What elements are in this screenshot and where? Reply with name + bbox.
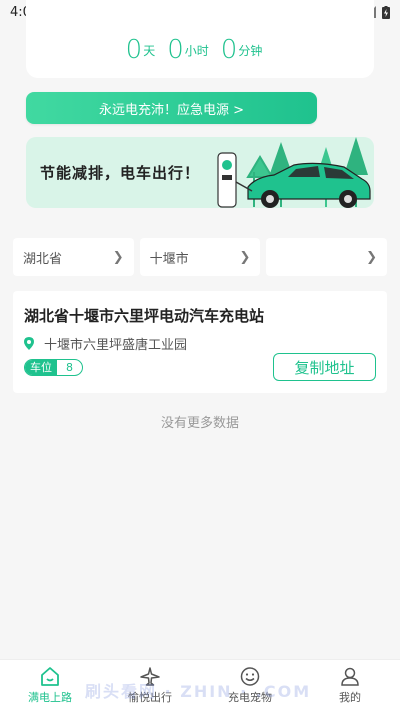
plane-icon <box>140 667 160 686</box>
city-label: 十堰市 <box>149 251 189 267</box>
chevron-right-icon: ❯ <box>112 249 124 265</box>
station-address-row: 十堰市六里坪盛唐工业园 <box>24 334 377 353</box>
nav-label-home: 满电上路 <box>28 691 72 704</box>
city-select[interactable]: 十堰市 ❯ <box>139 238 261 276</box>
emergency-power-label: 永远电充沛！应急电源 > <box>98 102 245 118</box>
minutes-unit: 分钟 <box>238 43 263 58</box>
list-end-text: 没有更多数据 <box>160 416 239 431</box>
copy-address-label: 复制地址 <box>294 358 355 377</box>
chevron-right-icon: ❯ <box>366 249 378 265</box>
copy-address-button[interactable]: 复制地址 <box>273 353 376 381</box>
station-address: 十堰市六里坪盛唐工业园 <box>44 338 188 353</box>
nav-tab-travel[interactable]: 愉悦出行 <box>100 660 200 711</box>
days-value: 0 <box>125 35 143 65</box>
province-label: 湖北省 <box>23 251 63 267</box>
emergency-power-button[interactable]: 永远电充沛！应急电源 > <box>26 92 317 124</box>
bottom-nav: 满电上路 愉悦出行 充电宠物 我的 <box>0 659 400 711</box>
location-pin-icon <box>24 337 34 350</box>
chevron-right-icon: ❯ <box>239 249 251 265</box>
charging-station-card[interactable]: 湖北省十堰市六里坪电动汽车充电站 十堰市六里坪盛唐工业园 车位 8 复制地址 <box>13 291 387 393</box>
nav-tab-pet[interactable]: 充电宠物 <box>200 660 300 711</box>
battery-icon <box>382 5 390 19</box>
district-select[interactable]: ❯ <box>266 238 388 276</box>
nav-tab-home[interactable]: 满电上路 <box>0 660 100 711</box>
promo-banner[interactable]: 节能减排，电车出行！ <box>26 137 374 208</box>
parking-slots-badge: 车位 8 <box>24 359 83 376</box>
minutes-value: 0 <box>220 35 238 65</box>
hours-value: 0 <box>167 35 184 65</box>
slots-label: 车位 <box>25 360 57 375</box>
days-unit: 天 <box>143 43 156 58</box>
user-icon <box>341 667 359 686</box>
province-select[interactable]: 湖北省 ❯ <box>13 238 134 276</box>
nav-label-travel: 愉悦出行 <box>128 691 172 704</box>
nav-tab-mine[interactable]: 我的 <box>300 660 400 711</box>
region-selector: 湖北省 ❯ 十堰市 ❯ ❯ <box>13 238 388 276</box>
station-name: 湖北省十堰市六里坪电动汽车充电站 <box>24 307 265 325</box>
hours-unit: 小时 <box>184 43 209 58</box>
nav-label-pet: 充电宠物 <box>228 691 272 704</box>
smile-icon <box>240 667 260 686</box>
banner-slogan: 节能减排，电车出行！ <box>40 164 201 182</box>
nav-label-mine: 我的 <box>339 691 361 704</box>
charging-countdown-card: 0 天 0 小时 0 分钟 <box>26 0 374 78</box>
slots-count: 8 <box>66 361 73 374</box>
home-icon <box>41 667 59 686</box>
